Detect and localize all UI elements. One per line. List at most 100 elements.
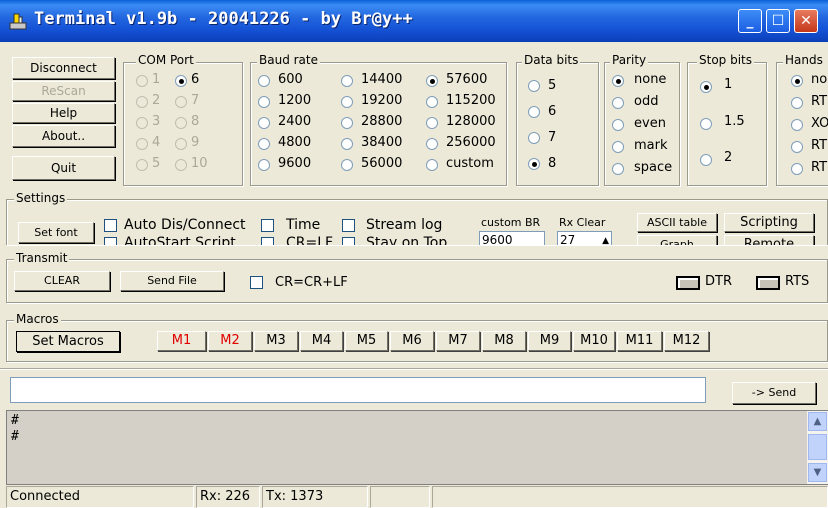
baud-600-label: 600 [278, 72, 303, 87]
com-port-3-radio[interactable] [136, 117, 148, 129]
baud-57600-radio[interactable] [426, 75, 438, 87]
macro-button-m8[interactable]: M8 [482, 331, 526, 351]
title-bar[interactable]: Terminal v1.9b - 20041226 - by Br@y++ _ … [0, 0, 828, 42]
receive-scrollbar[interactable]: ▲ ▼ [807, 411, 828, 484]
set-macros-button[interactable]: Set Macros [16, 331, 120, 352]
status-rx: Rx: 226 [196, 486, 260, 508]
stay-on-top-checkbox[interactable] [342, 237, 355, 245]
spin-up-icon[interactable]: ▲ [602, 233, 609, 245]
stop-bits-2-label: 2 [724, 150, 733, 165]
data-bits-5-radio[interactable] [528, 80, 540, 92]
com-port-2-label: 2 [152, 93, 161, 108]
baud-4800-label: 4800 [278, 135, 312, 150]
receive-area[interactable]: # # ▲ ▼ [6, 410, 828, 485]
com-port-5-radio[interactable] [136, 159, 148, 171]
scripting-button[interactable]: Scripting [724, 213, 814, 232]
dtr-label: DTR [705, 274, 732, 289]
clear-button[interactable]: CLEAR [14, 271, 110, 291]
dtr-indicator-icon[interactable] [676, 276, 700, 290]
rts-indicator-icon[interactable] [756, 276, 780, 290]
baud-1200-radio[interactable] [258, 96, 270, 108]
cr-lf-checkbox[interactable] [261, 237, 274, 245]
stream-log-checkbox[interactable] [342, 219, 355, 232]
rx-clear-label: Rx Clear [559, 216, 606, 229]
com-port-1-radio[interactable] [136, 75, 148, 87]
baud-56000-radio[interactable] [341, 159, 353, 171]
data-bits-7-radio[interactable] [528, 132, 540, 144]
send-file-button[interactable]: Send File [120, 271, 224, 291]
macro-button-m1[interactable]: M1 [157, 331, 206, 351]
parity-even-radio[interactable] [612, 119, 624, 131]
com-port-9-radio[interactable] [175, 138, 187, 150]
com-port-7-radio[interactable] [175, 96, 187, 108]
macro-button-m5[interactable]: M5 [345, 331, 388, 351]
time-checkbox[interactable] [261, 219, 274, 232]
macro-button-m4[interactable]: M4 [300, 331, 343, 351]
parity-even-label: even [634, 116, 666, 131]
graph-button[interactable]: Graph [637, 235, 717, 245]
data-bits-8-label: 8 [548, 156, 557, 171]
baud-4800-radio[interactable] [258, 138, 270, 150]
receive-line: # [11, 413, 19, 428]
baud-128000-radio[interactable] [426, 117, 438, 129]
baud-600-radio[interactable] [258, 75, 270, 87]
close-button[interactable]: ✕ [794, 9, 818, 33]
rescan-button[interactable]: ReScan [12, 81, 115, 101]
scroll-down-icon[interactable]: ▼ [808, 463, 827, 482]
macro-button-m9[interactable]: M9 [528, 331, 571, 351]
baud-28800-radio[interactable] [341, 117, 353, 129]
baud-38400-radio[interactable] [341, 138, 353, 150]
send-input[interactable] [10, 377, 706, 403]
scroll-up-icon[interactable]: ▲ [808, 412, 827, 431]
maximize-button[interactable]: ☐ [766, 9, 790, 33]
cr-crlf-checkbox[interactable] [250, 276, 263, 289]
data-bits-8-radio[interactable] [528, 158, 540, 170]
baud-14400-radio[interactable] [341, 75, 353, 87]
com-port-8-radio[interactable] [175, 117, 187, 129]
macro-button-m11[interactable]: M11 [617, 331, 662, 351]
send-button[interactable]: -> Send [732, 382, 816, 404]
stop-bits-legend: Stop bits [697, 53, 755, 67]
minimize-button[interactable]: _ [738, 9, 762, 33]
about-button[interactable]: About.. [12, 125, 115, 147]
baud-256000-radio[interactable] [426, 138, 438, 150]
baud-19200-radio[interactable] [341, 96, 353, 108]
macro-button-m10[interactable]: M10 [573, 331, 615, 351]
help-button[interactable]: Help [12, 103, 115, 123]
parity-odd-radio[interactable] [612, 97, 624, 109]
parity-space-radio[interactable] [612, 163, 624, 175]
stop-bits-1-5-radio[interactable] [700, 118, 712, 130]
auto-dis-connect-checkbox[interactable] [104, 219, 117, 232]
stop-bits-2-radio[interactable] [700, 154, 712, 166]
baud-9600-radio[interactable] [258, 159, 270, 171]
baud-38400-label: 38400 [361, 135, 403, 150]
ascii-table-button[interactable]: ASCII table [637, 213, 717, 232]
com-port-6-radio[interactable] [175, 75, 187, 87]
autostart-script-checkbox[interactable] [104, 237, 117, 245]
remote-button[interactable]: Remote [724, 235, 814, 245]
disconnect-button[interactable]: Disconnect [12, 57, 115, 79]
baud-115200-radio[interactable] [426, 96, 438, 108]
com-port-4-radio[interactable] [136, 138, 148, 150]
data-bits-6-radio[interactable] [528, 106, 540, 118]
macro-button-m6[interactable]: M6 [390, 331, 434, 351]
com-port-2-radio[interactable] [136, 96, 148, 108]
macro-button-m12[interactable]: M12 [664, 331, 709, 351]
macro-button-m7[interactable]: M7 [436, 331, 480, 351]
rx-clear-value: 27 [560, 233, 576, 245]
macro-button-m2[interactable]: M2 [208, 331, 252, 351]
minimize-icon: _ [746, 13, 754, 29]
status-tx: Tx: 1373 [262, 486, 368, 508]
stop-bits-1-radio[interactable] [700, 81, 712, 93]
macro-button-m3[interactable]: M3 [254, 331, 298, 351]
baud-2400-radio[interactable] [258, 117, 270, 129]
data-bits-5-label: 5 [548, 78, 557, 93]
com-port-10-radio[interactable] [175, 159, 187, 171]
custom-br-input[interactable]: 9600 [479, 231, 545, 245]
parity-none-radio[interactable] [612, 75, 624, 87]
baud-custom-radio[interactable] [426, 159, 438, 171]
parity-mark-radio[interactable] [612, 141, 624, 153]
rx-clear-spinner[interactable]: 27 ▲ [557, 231, 612, 245]
scroll-thumb[interactable] [808, 434, 827, 460]
quit-button[interactable]: Quit [12, 156, 115, 180]
